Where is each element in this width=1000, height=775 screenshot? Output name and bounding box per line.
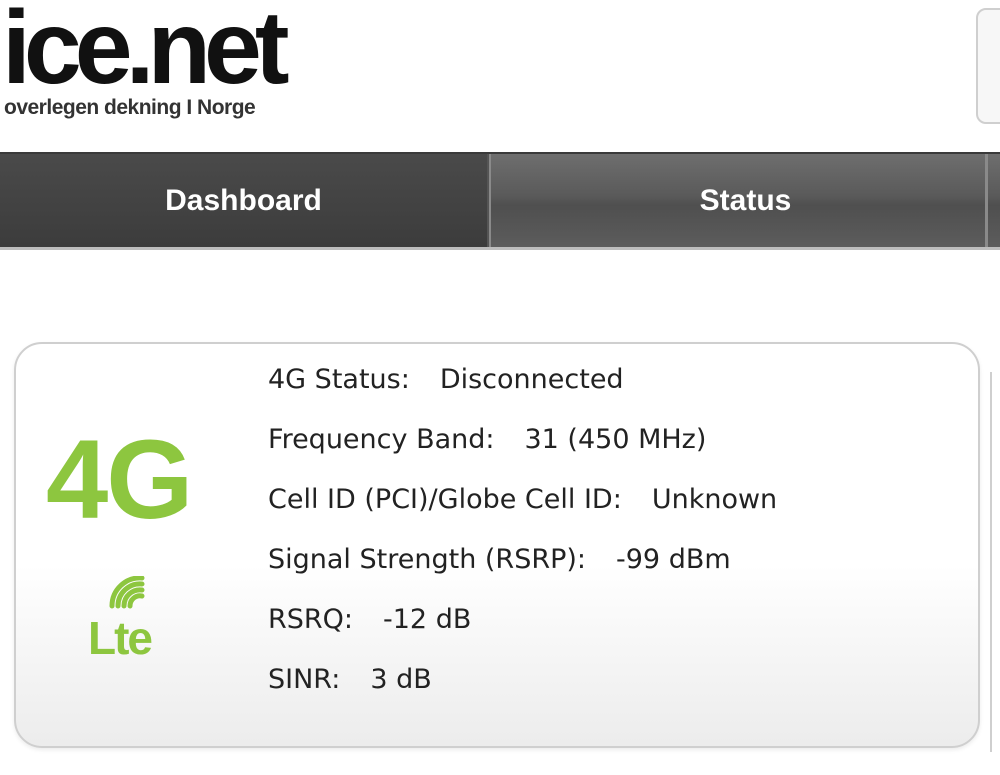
row-value: 3 dB <box>370 664 432 695</box>
header: ice.net overlegen dekning I Norge <box>0 0 1000 150</box>
row-label: 4G Status: <box>268 364 410 395</box>
svg-text:Lte: Lte <box>88 612 152 664</box>
brand-logo[interactable]: ice.net overlegen dekning I Norge <box>0 0 320 140</box>
row-signal-strength: Signal Strength (RSRP): -99 dBm <box>268 542 968 602</box>
main-nav: Dashboard Status <box>0 152 1000 250</box>
logo-text: ice.net <box>2 0 289 106</box>
row-label: Signal Strength (RSRP): <box>268 544 587 575</box>
tab-divider <box>985 154 988 247</box>
row-rsrq: RSRQ: -12 dB <box>268 602 968 662</box>
lte-status-card: 4G Lte 4G Status: Disconnected Frequency … <box>14 342 980 748</box>
row-value: 31 (450 MHz) <box>524 424 707 455</box>
lte-signal-icon: Lte <box>86 575 186 666</box>
tab-dashboard[interactable]: Dashboard <box>0 154 487 247</box>
tab-status[interactable]: Status <box>489 154 1000 247</box>
adjacent-card-edge <box>990 372 1000 752</box>
row-value: Unknown <box>651 484 778 515</box>
row-value: -99 dBm <box>616 544 731 575</box>
row-label: SINR: <box>268 664 341 695</box>
row-sinr: SINR: 3 dB <box>268 662 968 722</box>
router-web-ui: ice.net overlegen dekning I Norge Dashbo… <box>0 0 1000 775</box>
4g-icon: 4G <box>46 417 193 542</box>
row-4g-status: 4G Status: Disconnected <box>268 362 968 422</box>
row-frequency-band: Frequency Band: 31 (450 MHz) <box>268 422 968 482</box>
row-cell-id: Cell ID (PCI)/Globe Cell ID: Unknown <box>268 482 968 542</box>
logo-tagline: overlegen dekning I Norge <box>4 96 256 119</box>
row-label: Frequency Band: <box>268 424 495 455</box>
status-info-list: 4G Status: Disconnected Frequency Band: 31… <box>268 362 968 722</box>
row-label: Cell ID (PCI)/Globe Cell ID: <box>268 484 622 515</box>
row-label: RSRQ: <box>268 604 354 635</box>
row-value: -12 dB <box>383 604 472 635</box>
header-control-box[interactable] <box>976 8 1000 124</box>
row-value: Disconnected <box>439 364 624 395</box>
